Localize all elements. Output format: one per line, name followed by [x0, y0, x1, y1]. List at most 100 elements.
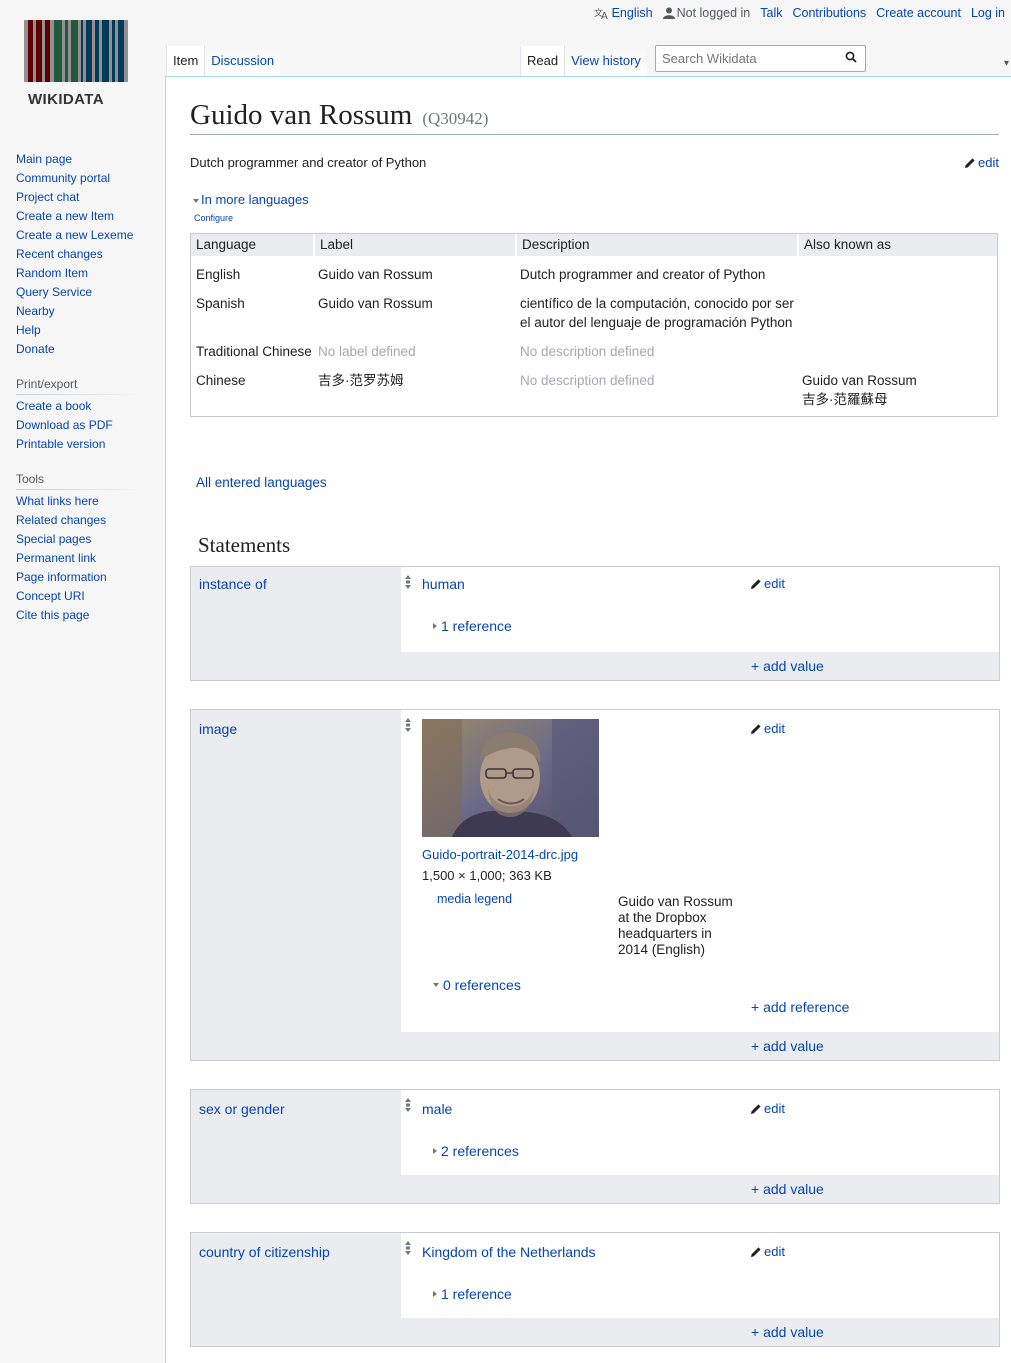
property-link[interactable]: image: [199, 721, 237, 737]
language-selector[interactable]: 文A English: [594, 6, 653, 20]
add-value-link[interactable]: + add value: [751, 1038, 824, 1054]
tab-read[interactable]: Read: [520, 46, 565, 76]
statement-value[interactable]: human: [422, 576, 465, 592]
references-toggle[interactable]: 1 reference: [433, 618, 512, 634]
references-toggle[interactable]: 0 references: [433, 977, 521, 993]
search-icon[interactable]: [845, 51, 858, 64]
image-dimensions: 1,500 × 1,000; 363 KB: [422, 868, 552, 883]
talk-link[interactable]: Talk: [760, 6, 782, 20]
sidebar-item-nearby[interactable]: Nearby: [16, 302, 160, 321]
sidebar-item-create-book[interactable]: Create a book: [16, 397, 160, 416]
sidebar-item-page-information[interactable]: Page information: [16, 568, 160, 587]
description-edit-link[interactable]: edit: [964, 155, 999, 170]
search-input[interactable]: [656, 46, 836, 71]
table-row: Traditional Chinese No label defined No …: [191, 339, 997, 368]
sidebar-item-permanent-link[interactable]: Permanent link: [16, 549, 160, 568]
add-value-bar: + add value: [401, 652, 999, 680]
statement-value[interactable]: Kingdom of the Netherlands: [422, 1244, 596, 1260]
qualifier-value: Guido van Rossum at the Dropbox headquar…: [618, 894, 733, 957]
portrait-photo: [422, 719, 599, 837]
property-link[interactable]: sex or gender: [199, 1101, 285, 1117]
sidebar-item-community-portal[interactable]: Community portal: [16, 169, 160, 188]
sidebar-item-donate[interactable]: Donate: [16, 340, 160, 359]
description-cell: No description defined: [520, 373, 655, 388]
content: Guido van Rossum (Q30942) Dutch programme…: [165, 76, 1011, 1363]
sidebar-item-related-changes[interactable]: Related changes: [16, 511, 160, 530]
tools-heading[interactable]: Tools: [16, 468, 144, 490]
toggle-arrow-icon: [193, 198, 199, 203]
wikidata-logo[interactable]: WIKIDATA: [24, 20, 132, 108]
label-cell: 吉多·范罗苏姆: [318, 373, 404, 388]
expand-arrow-icon: [433, 1291, 437, 1297]
rank-selector-icon[interactable]: [403, 717, 413, 733]
contributions-link[interactable]: Contributions: [793, 6, 867, 20]
rank-selector-icon[interactable]: [403, 1240, 413, 1256]
personal-tools: 文A English Not logged in Talk Contributi…: [594, 6, 1005, 20]
statement-image-thumbnail[interactable]: [422, 719, 599, 837]
language-cell: Traditional Chinese: [196, 344, 312, 359]
statements-heading: Statements: [198, 533, 291, 557]
sidebar-item-printable-version[interactable]: Printable version: [16, 435, 160, 454]
create-account-link[interactable]: Create account: [876, 6, 961, 20]
sidebar-item-concept-uri[interactable]: Concept URI: [16, 587, 160, 606]
statement-edit-link[interactable]: edit: [750, 1101, 785, 1116]
column-header: Language: [196, 237, 257, 252]
column-header: Also known as: [797, 234, 997, 256]
configure-link[interactable]: Configure: [194, 213, 233, 223]
sidebar-item-cite-page[interactable]: Cite this page: [16, 606, 160, 625]
statement-edit-link[interactable]: edit: [750, 1244, 785, 1259]
add-value-link[interactable]: + add value: [751, 658, 824, 674]
user-icon: [662, 7, 675, 19]
rank-selector-icon[interactable]: [403, 1097, 413, 1113]
label-cell: Guido van Rossum: [318, 267, 433, 282]
qualifier-property-link[interactable]: media legend: [437, 892, 512, 906]
sidebar-item-recent-changes[interactable]: Recent changes: [16, 245, 160, 264]
in-more-languages-toggle[interactable]: In more languages: [193, 192, 309, 207]
add-value-bar: + add value: [401, 1032, 999, 1060]
language-cell: Spanish: [196, 296, 245, 311]
sidebar-item-create-lexeme[interactable]: Create a new Lexeme: [16, 226, 160, 245]
sidebar-print: Print/export Create a book Download as P…: [16, 373, 160, 454]
statement-edit-link[interactable]: edit: [750, 721, 785, 736]
add-reference-link[interactable]: + add reference: [751, 999, 849, 1015]
namespace-tabs: Item Discussion: [166, 46, 281, 76]
sidebar-item-what-links-here[interactable]: What links here: [16, 492, 160, 511]
add-value-link[interactable]: + add value: [751, 1324, 824, 1340]
log-in-link[interactable]: Log in: [971, 6, 1005, 20]
references-toggle[interactable]: 1 reference: [433, 1286, 512, 1302]
property-link[interactable]: instance of: [199, 576, 267, 592]
sidebar-item-project-chat[interactable]: Project chat: [16, 188, 160, 207]
pencil-icon: [751, 723, 761, 734]
all-entered-languages-link[interactable]: All entered languages: [196, 475, 327, 490]
table-row: Spanish Guido van Rossum científico de l…: [191, 291, 997, 339]
add-value-link[interactable]: + add value: [751, 1181, 824, 1197]
table-row: English Guido van Rossum Dutch programme…: [191, 262, 997, 291]
rank-selector-icon[interactable]: [403, 574, 413, 590]
statement-value[interactable]: male: [422, 1101, 452, 1117]
sidebar-item-main-page[interactable]: Main page: [16, 150, 160, 169]
table-row: Chinese 吉多·范罗苏姆 No description defined G…: [191, 368, 997, 416]
tab-view-history[interactable]: View history: [564, 46, 647, 76]
more-menu-chevron-icon[interactable]: ▾: [1004, 58, 1009, 69]
statement-edit-link[interactable]: edit: [750, 576, 785, 591]
image-filename-link[interactable]: Guido-portrait-2014-drc.jpg: [422, 847, 578, 862]
pencil-icon: [751, 1103, 761, 1114]
sidebar-item-special-pages[interactable]: Special pages: [16, 530, 160, 549]
svg-text:A: A: [601, 11, 608, 20]
pencil-icon: [751, 578, 761, 589]
property-link[interactable]: country of citizenship: [199, 1244, 330, 1260]
sidebar-item-query-service[interactable]: Query Service: [16, 283, 160, 302]
expand-arrow-icon: [433, 623, 437, 629]
pencil-icon: [751, 1246, 761, 1257]
sidebar-item-download-pdf[interactable]: Download as PDF: [16, 416, 160, 435]
languages-table: Language Label Description Also known as…: [190, 233, 998, 417]
sidebar-item-help[interactable]: Help: [16, 321, 160, 340]
sidebar-item-random-item[interactable]: Random Item: [16, 264, 160, 283]
aliases-cell: Guido van Rossum 吉多·范羅蘇母: [802, 373, 917, 407]
statement: Kingdom of the Netherlands edit 1 refere…: [401, 1233, 999, 1320]
tab-discussion[interactable]: Discussion: [204, 46, 281, 76]
tab-item[interactable]: Item: [166, 46, 205, 76]
sidebar-item-create-item[interactable]: Create a new Item: [16, 207, 160, 226]
print-export-heading[interactable]: Print/export: [16, 373, 144, 395]
references-toggle[interactable]: 2 references: [433, 1143, 519, 1159]
